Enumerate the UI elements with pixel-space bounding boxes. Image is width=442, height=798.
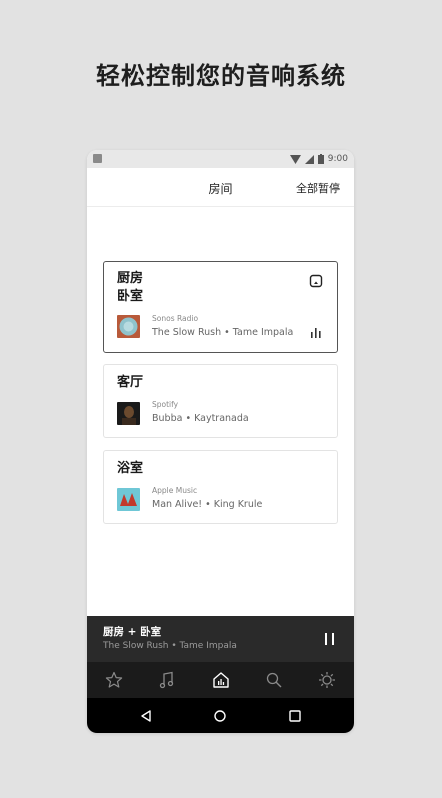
music-source: Spotify xyxy=(152,400,179,409)
room-name: 客厅 xyxy=(117,375,144,390)
track-info: Bubba • Kaytranada xyxy=(152,413,249,424)
room-name: 卧室 xyxy=(117,289,144,304)
home-icon[interactable] xyxy=(213,709,227,723)
back-icon[interactable] xyxy=(139,709,153,723)
top-bar: 房间 全部暂停 xyxy=(87,168,354,207)
status-icons: 9:00 xyxy=(289,152,348,166)
album-art xyxy=(117,402,140,425)
headline: 轻松控制您的音响系统 xyxy=(96,62,346,90)
tab-music[interactable] xyxy=(140,662,193,698)
tab-rooms[interactable] xyxy=(194,662,247,698)
group-speaker-icon[interactable] xyxy=(309,274,323,288)
recents-icon[interactable] xyxy=(288,709,302,723)
track-info: The Slow Rush • Tame Impala xyxy=(152,327,294,338)
room-card-living-room[interactable]: 客厅 Spotify Bubba • Kaytranada xyxy=(103,364,338,438)
search-icon xyxy=(266,672,282,688)
music-note-icon xyxy=(159,671,174,689)
room-name: 浴室 xyxy=(117,461,144,476)
battery-icon xyxy=(317,154,324,164)
now-playing-track: The Slow Rush • Tame Impala xyxy=(103,641,237,651)
music-source: Apple Music xyxy=(152,486,198,495)
star-icon xyxy=(105,671,122,688)
tab-search[interactable] xyxy=(247,662,300,698)
phone-screen: 9:00 房间 全部暂停 厨房 卧室 Sonos Radio The Slow … xyxy=(87,150,354,733)
tab-favorites[interactable] xyxy=(87,662,140,698)
system-navigation-bar xyxy=(87,698,354,733)
status-time: 9:00 xyxy=(327,154,348,164)
now-playing-group: 厨房 + 卧室 xyxy=(103,626,162,638)
equalizer-icon xyxy=(311,328,321,338)
pause-icon[interactable] xyxy=(324,631,336,647)
room-card-bathroom[interactable]: 浴室 Apple Music Man Alive! • King Krule xyxy=(103,450,338,524)
settings-icon xyxy=(319,672,336,688)
track-info: Man Alive! • King Krule xyxy=(152,499,263,510)
status-bar: 9:00 xyxy=(87,150,354,168)
notification-icon xyxy=(93,154,102,163)
room-name: 厨房 xyxy=(117,271,144,286)
pause-all-button[interactable]: 全部暂停 xyxy=(296,180,340,196)
album-art xyxy=(117,315,140,338)
wifi-icon xyxy=(289,154,301,164)
music-source: Sonos Radio xyxy=(152,314,199,323)
now-playing-bar[interactable]: 厨房 + 卧室 The Slow Rush • Tame Impala xyxy=(87,616,354,662)
signal-icon xyxy=(304,154,314,164)
home-rooms-icon xyxy=(212,672,229,688)
tab-bar xyxy=(87,662,354,698)
tab-settings[interactable] xyxy=(301,662,354,698)
room-card-kitchen-bedroom[interactable]: 厨房 卧室 Sonos Radio The Slow Rush • Tame I… xyxy=(103,261,338,353)
album-art xyxy=(117,488,140,511)
